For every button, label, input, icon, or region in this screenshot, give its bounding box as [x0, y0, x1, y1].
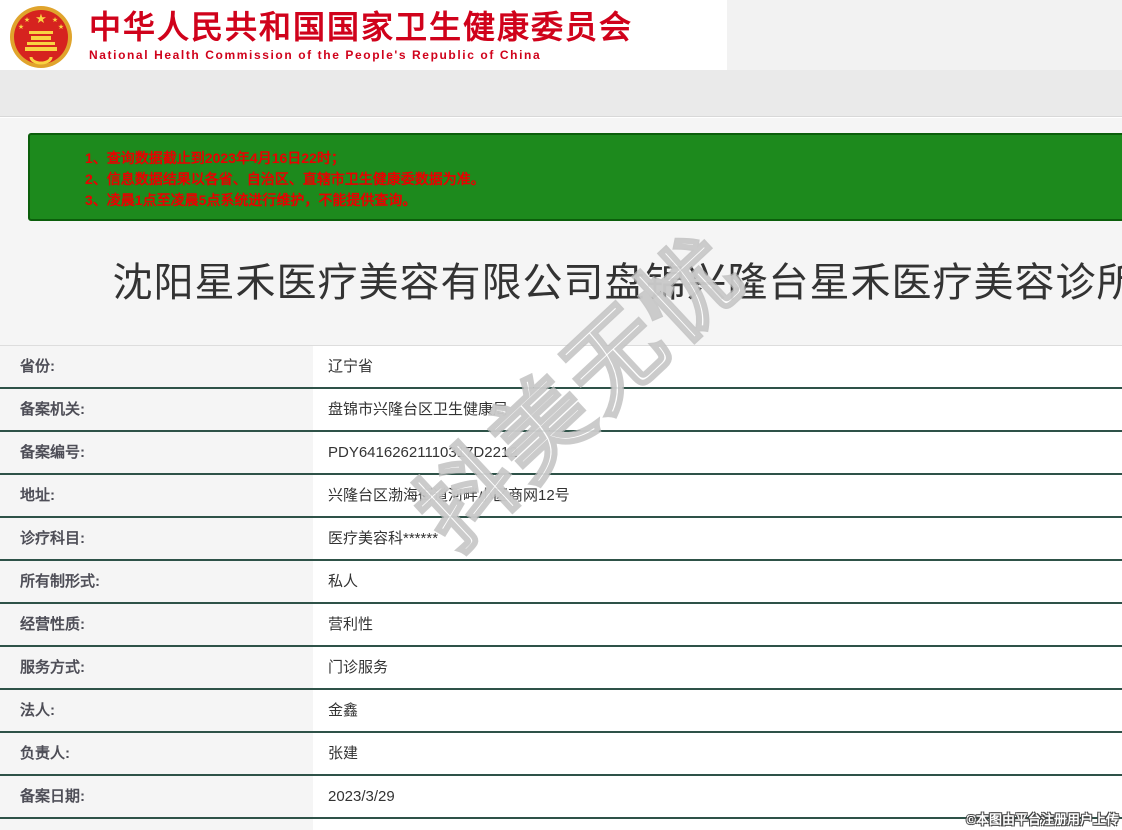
row-ownership-form: 所有制形式: 私人 — [0, 561, 1122, 604]
svg-text:★: ★ — [52, 16, 58, 24]
field-value: 盘锦市兴隆台区卫生健康局 — [328, 401, 509, 418]
svg-text:★: ★ — [58, 23, 64, 31]
site-title-cn: 中华人民共和国国家卫生健康委员会 — [89, 8, 634, 45]
field-label: 备案编号: — [0, 432, 313, 473]
site-titles: 中华人民共和国国家卫生健康委员会 National Health Commiss… — [89, 9, 633, 62]
field-label: 备案日期: — [0, 776, 313, 817]
site-title-en: National Health Commission of the People… — [89, 47, 542, 62]
record-table: 省份: 辽宁省 备案机关: 盘锦市兴隆台区卫生健康局 备案编号: PDY6416… — [0, 345, 1122, 830]
site-header: ★ ★ ★ ★ ★ 中华人民共和国国家卫生健康委员会 National Heal… — [0, 0, 727, 70]
field-value: 张建 — [328, 745, 359, 762]
field-value: 辽宁省 — [328, 358, 374, 375]
upload-credit-overlay: ©本图由平台注册用户上传 — [966, 812, 1119, 827]
svg-text:★: ★ — [24, 16, 30, 24]
china-national-emblem-icon: ★ ★ ★ ★ ★ — [9, 5, 73, 69]
svg-text:★: ★ — [35, 11, 47, 26]
field-label: 经营性质: — [0, 604, 313, 645]
field-label: 法人: — [0, 690, 313, 731]
field-label: 诊疗科目: — [0, 518, 313, 559]
field-label: 地址: — [0, 475, 313, 516]
row-record-number: 备案编号: PDY64162621110317D2212 — [0, 432, 1122, 475]
field-value: 门诊服务 — [328, 659, 389, 676]
row-record-date: 备案日期: 2023/3/29 — [0, 776, 1122, 819]
row-treatment-subjects: 诊疗科目: 医疗美容科****** — [0, 518, 1122, 561]
field-value: PDY64162621110317D2212 — [328, 444, 518, 461]
row-service-mode: 服务方式: 门诊服务 — [0, 647, 1122, 690]
row-record-authority: 备案机关: 盘锦市兴隆台区卫生健康局 — [0, 389, 1122, 432]
svg-text:★: ★ — [18, 23, 24, 31]
notice-box: 1、查询数据截止到2023年4月16日22时； 2、信息数据结果以各省、自治区、… — [28, 133, 1122, 221]
field-label: 省份: — [0, 346, 313, 387]
record-title: 沈阳星禾医疗美容有限公司盘锦兴隆台星禾医疗美容诊所 — [112, 261, 1122, 305]
field-label: 所有制形式: — [0, 561, 313, 602]
field-value: 营利性 — [328, 616, 374, 633]
field-label: 服务方式: — [0, 647, 313, 688]
page: ★ ★ ★ ★ ★ 中华人民共和国国家卫生健康委员会 National Heal… — [0, 0, 1122, 830]
field-label: 负责人: — [0, 733, 313, 774]
row-operating-nature: 经营性质: 营利性 — [0, 604, 1122, 647]
row-person-in-charge: 负责人: 张建 — [0, 733, 1122, 776]
notice-line-2: 2、信息数据结果以各省、自治区、直辖市卫生健康委数据为准。 — [85, 171, 485, 187]
field-value: 私人 — [328, 573, 359, 590]
notice-line-1: 1、查询数据截止到2023年4月16日22时； — [85, 150, 345, 166]
field-value: 兴隆台区渤海街道河畔小区商网12号 — [328, 487, 570, 504]
field-label: 备案机关: — [0, 389, 313, 430]
row-legal-person: 法人: 金鑫 — [0, 690, 1122, 733]
row-address: 地址: 兴隆台区渤海街道河畔小区商网12号 — [0, 475, 1122, 518]
row-partial-clipped — [0, 819, 1122, 830]
background-band-middle — [0, 70, 1122, 117]
field-value: 金鑫 — [328, 702, 359, 719]
row-province: 省份: 辽宁省 — [0, 346, 1122, 389]
notice-line-3: 3、凌晨1点至凌晨5点系统进行维护，不能提供查询。 — [85, 192, 417, 208]
field-value: 医疗美容科****** — [328, 530, 439, 547]
